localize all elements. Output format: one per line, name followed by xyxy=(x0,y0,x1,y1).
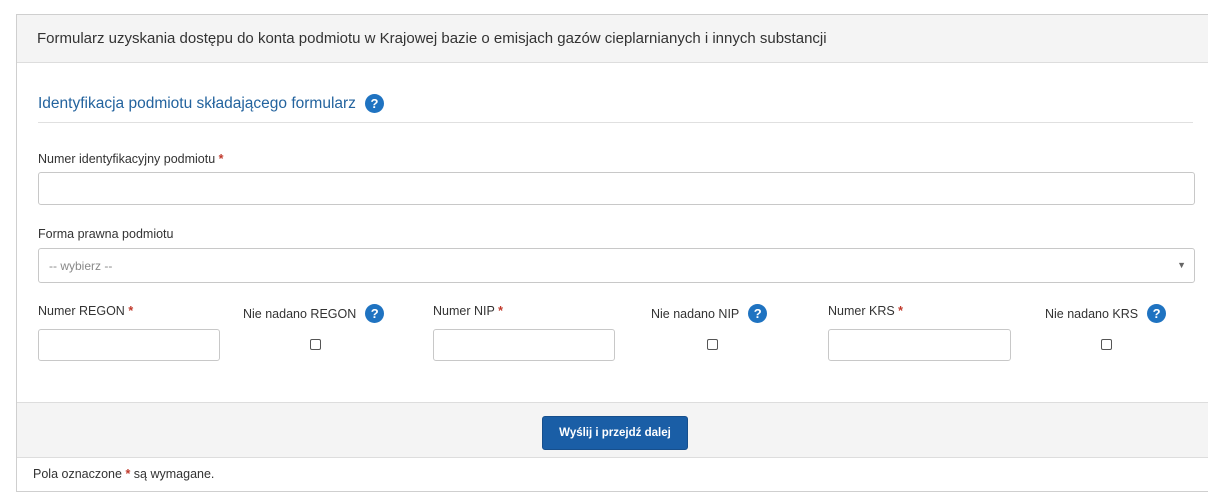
krs-input[interactable] xyxy=(828,329,1011,361)
regon-label: Numer REGON * xyxy=(38,304,133,318)
required-marker: * xyxy=(218,152,224,166)
id-number-input[interactable] xyxy=(38,172,1195,205)
required-note-text-end: są wymagane. xyxy=(133,467,215,481)
required-marker: * xyxy=(125,467,131,481)
required-marker: * xyxy=(898,304,904,318)
required-marker: * xyxy=(498,304,503,318)
legal-form-label: Forma prawna podmiotu xyxy=(38,227,174,241)
required-note-text: Pola oznaczone xyxy=(33,467,122,481)
help-icon[interactable]: ? xyxy=(364,94,384,113)
legal-form-selected-value: -- wybierz -- xyxy=(49,259,113,273)
help-icon[interactable]: ? xyxy=(365,304,385,323)
no-krs-label-text: Nie nadano KRS xyxy=(1045,306,1139,321)
regon-input[interactable] xyxy=(38,329,220,361)
nip-input[interactable] xyxy=(433,329,615,361)
no-regon-label-text: Nie nadano REGON xyxy=(243,306,357,321)
section-divider xyxy=(38,122,1193,123)
id-number-label-text: Numer identyfikacyjny podmiotu xyxy=(38,152,216,166)
no-krs-label: Nie nadano KRS ? xyxy=(1045,304,1167,323)
form-panel: Formularz uzyskania dostępu do konta pod… xyxy=(16,14,1208,492)
chevron-down-icon: ▼ xyxy=(1177,260,1186,270)
help-icon[interactable]: ? xyxy=(1147,304,1167,323)
no-nip-label-text: Nie nadano NIP xyxy=(651,306,740,321)
krs-label-text: Numer KRS xyxy=(828,304,895,318)
no-nip-checkbox[interactable] xyxy=(707,339,718,350)
required-fields-note: Pola oznaczone * są wymagane. xyxy=(33,467,214,481)
section-heading: Identyfikacja podmiotu składającego form… xyxy=(38,94,384,113)
help-icon[interactable]: ? xyxy=(748,304,768,323)
no-krs-checkbox[interactable] xyxy=(1101,339,1112,350)
panel-title: Formularz uzyskania dostępu do konta pod… xyxy=(17,15,1208,63)
section-title-text: Identyfikacja podmiotu składającego form… xyxy=(38,94,356,112)
no-regon-label: Nie nadano REGON ? xyxy=(243,304,385,323)
submit-button[interactable]: Wyślij i przejdź dalej xyxy=(542,416,688,450)
no-regon-checkbox[interactable] xyxy=(310,339,321,350)
krs-label: Numer KRS * xyxy=(828,304,903,318)
legal-form-select[interactable]: -- wybierz -- ▼ xyxy=(38,248,1195,283)
nip-label-text: Numer NIP xyxy=(433,304,495,318)
required-marker: * xyxy=(128,304,134,318)
id-number-label: Numer identyfikacyjny podmiotu * xyxy=(38,152,224,166)
regon-label-text: Numer REGON xyxy=(38,304,125,318)
nip-label: Numer NIP * xyxy=(433,304,503,318)
form-actions: Wyślij i przejdź dalej xyxy=(17,402,1208,458)
no-nip-label: Nie nadano NIP ? xyxy=(651,304,768,323)
